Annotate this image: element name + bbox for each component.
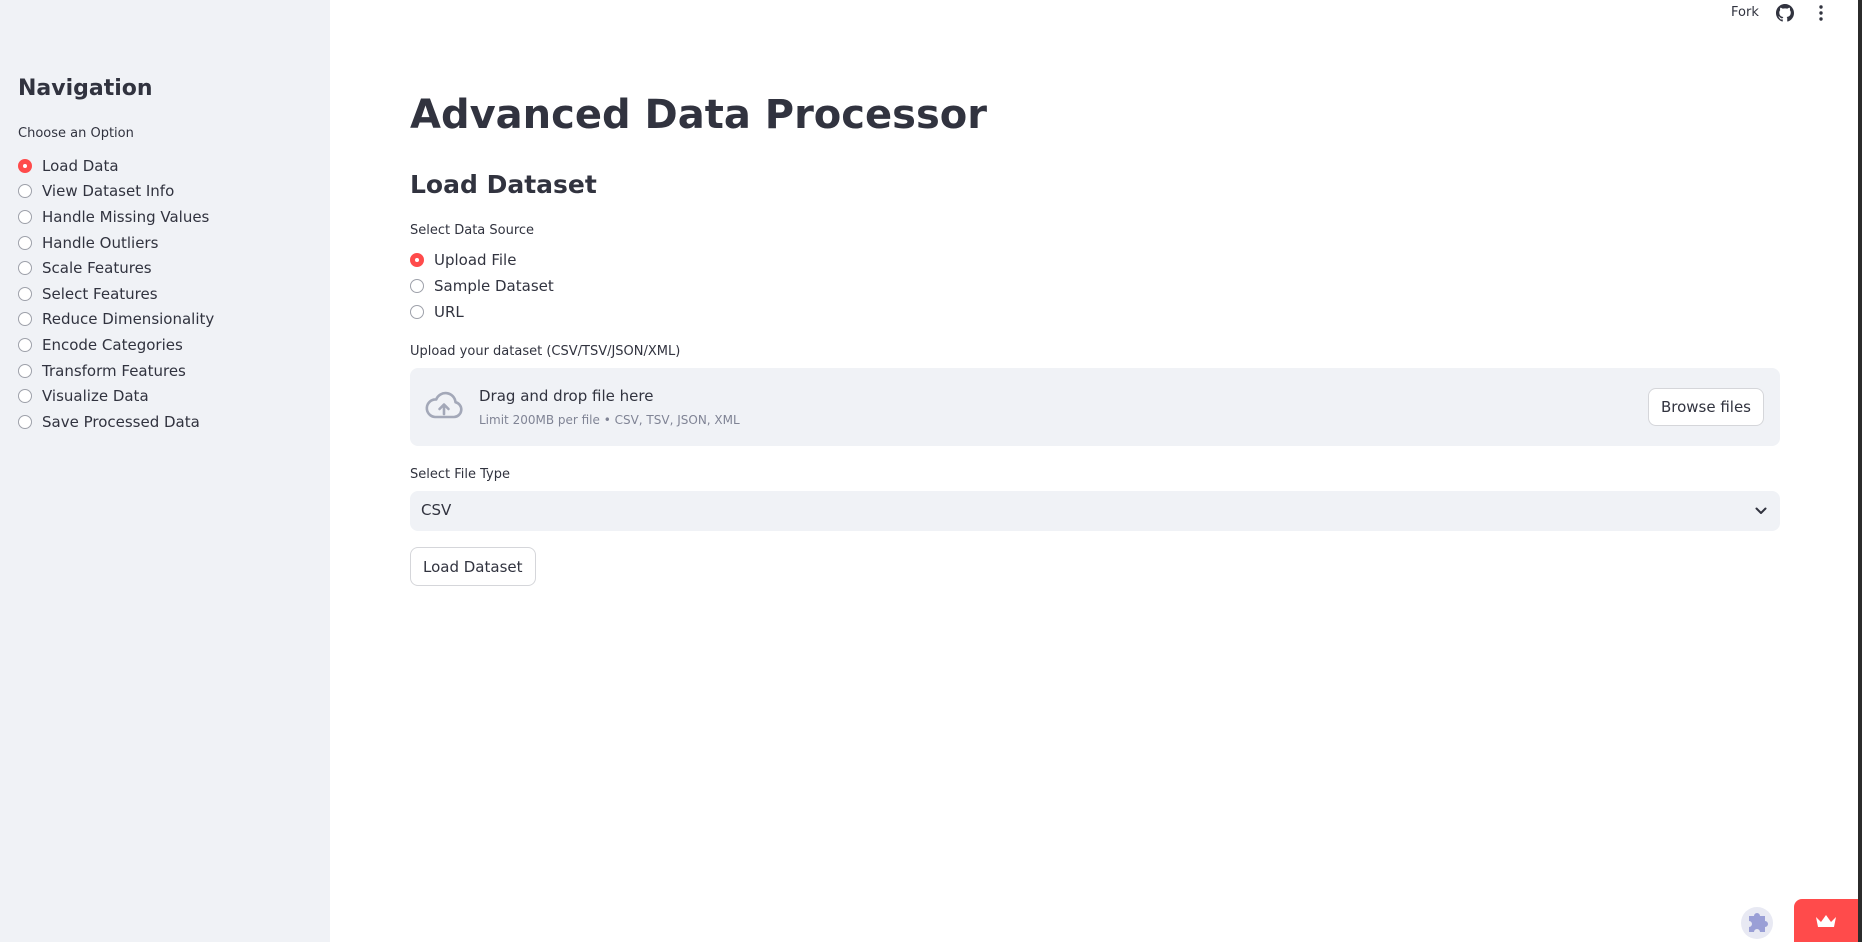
data-source-radio-group: Upload File Sample Dataset URL [410, 247, 554, 325]
file-dropzone[interactable]: Drag and drop file here Limit 200MB per … [410, 368, 1780, 446]
nav-option-save-processed-data[interactable]: Save Processed Data [18, 409, 214, 435]
radio-unchecked-icon[interactable] [18, 184, 32, 199]
radio-unchecked-icon[interactable] [18, 414, 32, 429]
nav-option-label: Encode Categories [42, 335, 183, 354]
nav-option-label: Visualize Data [42, 387, 149, 406]
cloud-upload-icon [425, 391, 463, 419]
chevron-down-icon [1755, 507, 1767, 514]
page-title: Advanced Data Processor [410, 92, 987, 138]
radio-unchecked-icon[interactable] [18, 235, 32, 250]
nav-option-label: Save Processed Data [42, 412, 200, 431]
radio-unchecked-icon[interactable] [410, 279, 424, 293]
source-option-url[interactable]: URL [410, 299, 554, 325]
file-type-label: Select File Type [410, 467, 510, 482]
browse-files-button[interactable]: Browse files [1647, 388, 1764, 426]
sidebar-title: Navigation [18, 76, 153, 101]
file-type-value: CSV [421, 501, 452, 519]
kebab-menu-icon[interactable] [1812, 4, 1830, 22]
radio-unchecked-icon[interactable] [18, 363, 32, 378]
radio-unchecked-icon[interactable] [18, 286, 32, 301]
nav-option-load-data[interactable]: Load Data [18, 153, 214, 179]
load-dataset-button[interactable]: Load Dataset [410, 547, 536, 586]
radio-unchecked-icon[interactable] [18, 261, 32, 276]
github-icon[interactable] [1776, 4, 1794, 22]
crown-icon [1816, 915, 1836, 927]
nav-option-label: Load Data [42, 156, 119, 175]
nav-option-encode-categories[interactable]: Encode Categories [18, 332, 214, 358]
nav-option-label: Transform Features [42, 361, 186, 380]
nav-option-handle-missing-values[interactable]: Handle Missing Values [18, 204, 214, 230]
dropzone-subtitle: Limit 200MB per file • CSV, TSV, JSON, X… [479, 413, 740, 427]
nav-option-label: View Dataset Info [42, 182, 175, 201]
data-source-label: Select Data Source [410, 223, 535, 238]
puzzle-icon[interactable] [1740, 906, 1774, 940]
radio-unchecked-icon[interactable] [410, 305, 424, 319]
upload-label: Upload your dataset (CSV/TSV/JSON/XML) [410, 344, 681, 359]
source-option-label: URL [434, 303, 464, 321]
dropzone-title: Drag and drop file here [479, 387, 654, 405]
radio-unchecked-icon[interactable] [18, 389, 32, 404]
nav-option-label: Reduce Dimensionality [42, 310, 215, 329]
radio-checked-icon[interactable] [410, 253, 424, 267]
source-option-sample-dataset[interactable]: Sample Dataset [410, 273, 554, 299]
nav-option-label: Scale Features [42, 259, 152, 278]
source-option-upload-file[interactable]: Upload File [410, 247, 554, 273]
nav-option-select-features[interactable]: Select Features [18, 281, 214, 307]
window-edge [1858, 0, 1862, 942]
choose-option-label: Choose an Option [18, 126, 134, 141]
nav-option-label: Handle Missing Values [42, 207, 210, 226]
radio-checked-icon[interactable] [18, 158, 32, 173]
nav-option-scale-features[interactable]: Scale Features [18, 255, 214, 281]
sidebar: Navigation Choose an Option Load Data Vie… [0, 0, 330, 942]
radio-unchecked-icon[interactable] [18, 312, 32, 327]
nav-option-view-dataset-info[interactable]: View Dataset Info [18, 179, 214, 205]
nav-option-handle-outliers[interactable]: Handle Outliers [18, 230, 214, 256]
nav-option-visualize-data[interactable]: Visualize Data [18, 383, 214, 409]
radio-unchecked-icon[interactable] [18, 209, 32, 224]
radio-unchecked-icon[interactable] [18, 337, 32, 352]
navigation-radio-group: Load Data View Dataset Info Handle Missing… [18, 153, 214, 435]
section-title: Load Dataset [410, 170, 597, 199]
nav-option-label: Select Features [42, 284, 158, 303]
nav-option-reduce-dimensionality[interactable]: Reduce Dimensionality [18, 307, 214, 333]
streamlit-badge[interactable] [1794, 899, 1858, 942]
nav-option-label: Handle Outliers [42, 233, 159, 252]
source-option-label: Upload File [434, 251, 517, 269]
file-type-select[interactable]: CSV [410, 491, 1780, 531]
source-option-label: Sample Dataset [434, 277, 554, 295]
fork-button[interactable]: Fork [1731, 5, 1759, 20]
nav-option-transform-features[interactable]: Transform Features [18, 358, 214, 384]
